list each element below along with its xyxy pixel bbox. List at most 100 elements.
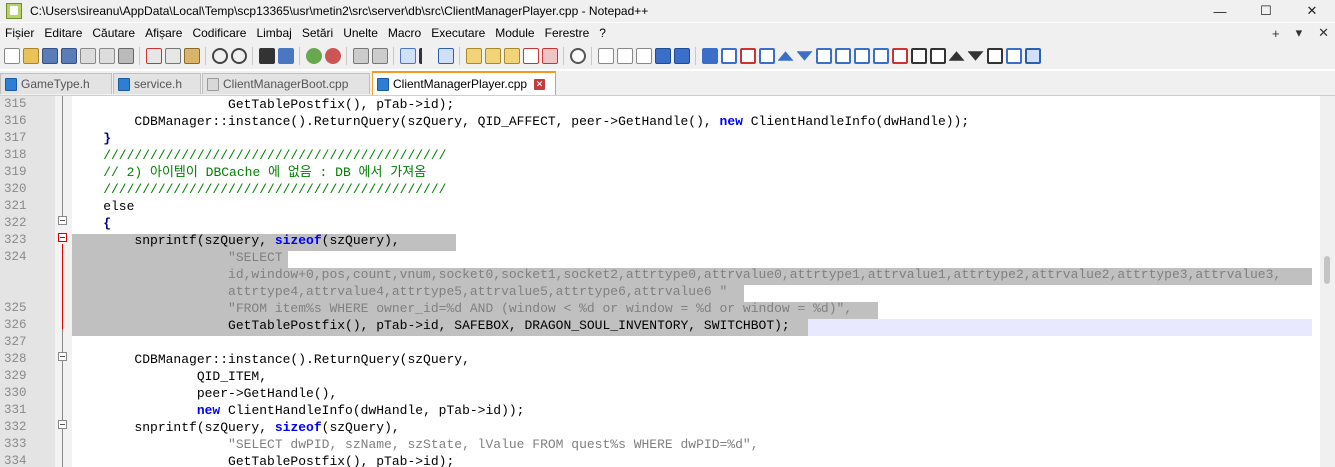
close-button[interactable]: ✕ — [1289, 0, 1335, 22]
document-map-icon[interactable] — [484, 48, 501, 64]
menu-macro[interactable]: Macro — [383, 26, 426, 40]
line-number: 325 — [4, 301, 27, 315]
zoom-in-icon[interactable] — [305, 48, 322, 64]
replace-icon[interactable] — [277, 48, 294, 64]
tab-clientmanagerplayer-cpp[interactable]: ClientManagerPlayer.cpp ✕ — [372, 71, 556, 95]
tab-list-chevron-icon[interactable]: ▾ — [1296, 25, 1303, 41]
triangle-down-outline-icon[interactable] — [967, 51, 984, 61]
word-wrap-icon[interactable] — [399, 48, 416, 64]
show-all-characters-icon[interactable] — [418, 48, 435, 64]
user-defined-language-icon[interactable] — [465, 48, 482, 64]
plugin-button-7-icon[interactable] — [853, 48, 870, 64]
monitoring-eye-icon[interactable] — [569, 48, 586, 64]
plugin-button-1-icon[interactable] — [701, 48, 718, 64]
menu-tools[interactable]: Unelte — [338, 26, 383, 40]
cut-icon[interactable] — [145, 48, 162, 64]
code-text: snprintf(szQuery, sizeof(szQuery), — [72, 420, 400, 435]
sync-vertical-icon[interactable] — [352, 48, 369, 64]
title-bar: C:\Users\sireanu\AppData\Local\Temp\scp1… — [0, 0, 1335, 22]
tab-bar: GameType.h service.h ClientManagerBoot.c… — [0, 71, 1335, 96]
save-icon[interactable] — [41, 48, 58, 64]
sync-horizontal-icon[interactable] — [371, 48, 388, 64]
code-line: id,window+0,pos,count,vnum,socket0,socke… — [0, 266, 1320, 283]
menu-file[interactable]: Fișier — [0, 26, 39, 40]
undo-icon[interactable] — [211, 48, 228, 64]
line-number: 323 — [4, 233, 27, 247]
menu-run[interactable]: Executare — [426, 26, 490, 40]
paste-icon[interactable] — [183, 48, 200, 64]
folder-as-workspace-icon[interactable] — [541, 48, 558, 64]
macro-stop-icon[interactable] — [616, 48, 633, 64]
print-icon[interactable] — [117, 48, 134, 64]
menu-edit[interactable]: Editare — [39, 26, 87, 40]
macro-record-icon[interactable] — [597, 48, 614, 64]
code-editor[interactable]: 315 GetTablePostfix(), pTab->id); 316 CDB… — [0, 96, 1320, 467]
close-file-icon[interactable] — [79, 48, 96, 64]
menu-settings[interactable]: Setări — [297, 26, 338, 40]
plugin-button-6-icon[interactable] — [834, 48, 851, 64]
triangle-up-outline-icon[interactable] — [948, 51, 965, 61]
menu-window[interactable]: Ferestre — [540, 26, 595, 40]
toolbar-separator — [252, 47, 253, 65]
close-all-icon[interactable] — [98, 48, 115, 64]
plugin-button-5-icon[interactable] — [815, 48, 832, 64]
zoom-out-icon[interactable] — [324, 48, 341, 64]
code-text: ////////////////////////////////////////… — [72, 148, 447, 163]
document-list-icon[interactable] — [503, 48, 520, 64]
plugin-button-2-icon[interactable] — [720, 48, 737, 64]
macro-save-icon[interactable] — [673, 48, 690, 64]
plugin-button-10-icon[interactable] — [910, 48, 927, 64]
open-file-icon[interactable] — [22, 48, 39, 64]
toolbar-separator — [563, 47, 564, 65]
plugin-button-3-icon[interactable] — [739, 48, 756, 64]
menu-view[interactable]: Afișare — [140, 26, 187, 40]
save-all-icon[interactable] — [60, 48, 77, 64]
line-number: 321 — [4, 199, 27, 213]
code-line: 320 ////////////////////////////////////… — [0, 181, 1320, 198]
triangle-up-icon[interactable] — [777, 51, 794, 61]
code-line: 326 GetTablePostfix(), pTab->id, SAFEBOX… — [0, 317, 1320, 334]
code-line: 329 QID_ITEM, — [0, 368, 1320, 385]
function-list-icon[interactable] — [522, 48, 539, 64]
triangle-down-icon[interactable] — [796, 51, 813, 61]
maximize-button[interactable]: ☐ — [1243, 0, 1289, 22]
new-tab-plus-icon[interactable]: + — [1272, 26, 1280, 41]
code-text: GetTablePostfix(), pTab->id); — [72, 454, 455, 467]
menu-plugins[interactable]: Module — [490, 26, 539, 40]
macro-run-multiple-icon[interactable] — [654, 48, 671, 64]
scrollbar-thumb[interactable] — [1324, 256, 1330, 284]
plugin-button-14-icon[interactable] — [1024, 48, 1041, 64]
plugin-button-11-icon[interactable] — [929, 48, 946, 64]
code-line: 315 GetTablePostfix(), pTab->id); — [0, 96, 1320, 113]
plugin-button-13-icon[interactable] — [1005, 48, 1022, 64]
line-number: 329 — [4, 369, 27, 383]
new-file-icon[interactable] — [3, 48, 20, 64]
line-number: 330 — [4, 386, 27, 400]
toolbar-separator — [591, 47, 592, 65]
file-saved-icon — [118, 77, 130, 91]
plugin-button-4-icon[interactable] — [758, 48, 775, 64]
redo-icon[interactable] — [230, 48, 247, 64]
tab-clientmanagerboot-cpp[interactable]: ClientManagerBoot.cpp — [202, 73, 370, 94]
plugin-button-12-icon[interactable] — [986, 48, 1003, 64]
menu-help[interactable]: ? — [594, 26, 611, 40]
copy-icon[interactable] — [164, 48, 181, 64]
plugin-button-8-icon[interactable] — [872, 48, 889, 64]
find-icon[interactable] — [258, 48, 275, 64]
code-text: else — [72, 199, 135, 214]
plugin-button-9-icon[interactable] — [891, 48, 908, 64]
minimize-button[interactable]: — — [1197, 0, 1243, 22]
indent-guide-icon[interactable] — [437, 48, 454, 64]
menu-language[interactable]: Limbaj — [251, 26, 296, 40]
vertical-scrollbar[interactable] — [1320, 96, 1335, 467]
code-text: CDBManager::instance().ReturnQuery(szQue… — [72, 114, 970, 129]
menu-search[interactable]: Căutare — [87, 26, 140, 40]
macro-play-icon[interactable] — [635, 48, 652, 64]
tab-service-h[interactable]: service.h — [113, 73, 201, 94]
tab-close-icon[interactable]: ✕ — [534, 78, 546, 90]
close-document-icon[interactable]: ✕ — [1318, 25, 1329, 41]
code-line: 328 CDBManager::instance().ReturnQuery(s… — [0, 351, 1320, 368]
code-text: GetTablePostfix(), pTab->id); — [72, 97, 455, 112]
menu-encoding[interactable]: Codificare — [187, 26, 251, 40]
tab-gametype-h[interactable]: GameType.h — [0, 73, 112, 94]
